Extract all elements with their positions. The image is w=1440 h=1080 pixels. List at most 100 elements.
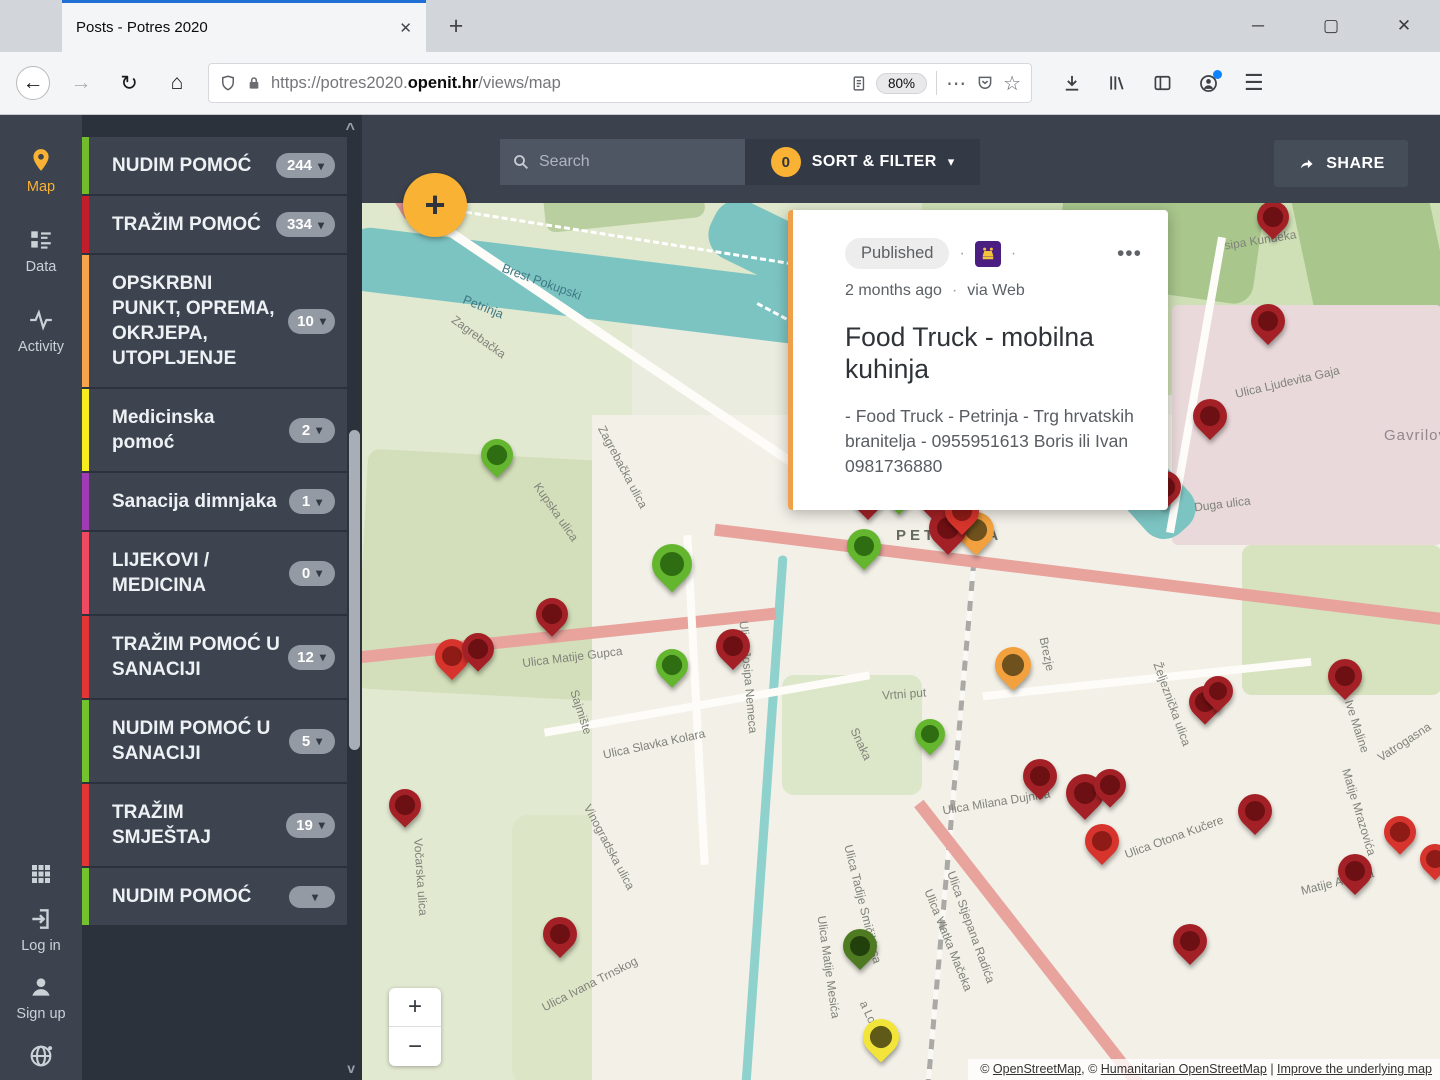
- account-icon[interactable]: [1198, 73, 1219, 94]
- post-options-icon[interactable]: •••: [1117, 249, 1142, 259]
- search-input[interactable]: [539, 153, 699, 171]
- reload-button[interactable]: ↻: [112, 66, 146, 100]
- menu-hamburger-icon[interactable]: ☰: [1244, 70, 1264, 96]
- scroll-down-icon[interactable]: v: [347, 1060, 355, 1076]
- status-badge: Published: [845, 238, 949, 269]
- map-pin-red[interactable]: [1078, 817, 1126, 865]
- window-controls: ─ ▢ ✕: [1244, 0, 1440, 52]
- pin-center-dot: [1341, 857, 1370, 886]
- add-post-button[interactable]: +: [403, 173, 467, 237]
- category-count-badge[interactable]: 12▾: [288, 645, 335, 670]
- share-button[interactable]: SHARE: [1274, 140, 1408, 187]
- category-count-badge[interactable]: 19▾: [286, 813, 335, 838]
- tab-title: Posts - Potres 2020: [76, 19, 399, 36]
- lock-icon[interactable]: [246, 75, 262, 91]
- category-count-badge[interactable]: 1▾: [289, 489, 335, 514]
- nav-item-apps[interactable]: [29, 862, 53, 886]
- nav-item-data[interactable]: Data: [26, 227, 57, 275]
- account-notification-dot: [1213, 70, 1222, 79]
- category-item[interactable]: Medicinska pomoć2▾: [82, 389, 347, 471]
- map-pin-red[interactable]: [1414, 838, 1440, 880]
- hot-osm-link[interactable]: Humanitarian OpenStreetMap: [1101, 1062, 1267, 1076]
- nav-item-activity[interactable]: Activity: [18, 307, 64, 355]
- category-item[interactable]: TRAŽIM SMJEŠTAJ19▾: [82, 784, 347, 866]
- window-maximize-button[interactable]: ▢: [1317, 16, 1345, 36]
- map-pin-green[interactable]: [474, 433, 519, 478]
- bookmark-star-icon[interactable]: ☆: [1003, 71, 1021, 96]
- zoom-level-badge[interactable]: 80%: [876, 73, 927, 94]
- map-pin-darkred[interactable]: [709, 622, 757, 670]
- category-count-badge[interactable]: 334▾: [276, 212, 335, 237]
- nav-item-signup[interactable]: Sign up: [16, 974, 65, 1022]
- map-pin-darkred[interactable]: [1231, 787, 1279, 835]
- category-item[interactable]: LIJEKOVI / MEDICINA0▾: [82, 532, 347, 614]
- tab-close-icon[interactable]: ✕: [399, 19, 412, 37]
- post-title[interactable]: Food Truck - mobilna kuhinja: [845, 322, 1142, 386]
- category-count-badge[interactable]: ▾: [289, 886, 335, 908]
- osm-link[interactable]: OpenStreetMap: [993, 1062, 1081, 1076]
- category-count-badge[interactable]: 10▾: [288, 309, 335, 334]
- pocket-icon[interactable]: [976, 74, 994, 92]
- tracking-shield-icon[interactable]: [219, 74, 237, 92]
- browser-tab[interactable]: Posts - Potres 2020 ✕: [62, 0, 426, 52]
- separator-dot: ·: [959, 245, 964, 263]
- map-pin-darkred[interactable]: [1186, 392, 1234, 440]
- category-label: NUDIM POMOĆ: [112, 153, 251, 178]
- zoom-out-button[interactable]: −: [389, 1027, 441, 1066]
- sidebar-toggle-icon[interactable]: [1152, 73, 1173, 93]
- category-item[interactable]: OPSKRBNI PUNKT, OPREMA, OKRJEPA, UTOPLJE…: [82, 255, 347, 387]
- nav-item-login[interactable]: Log in: [21, 906, 61, 954]
- category-count-badge[interactable]: 5▾: [289, 729, 335, 754]
- map-pin-darkred[interactable]: [1016, 752, 1064, 800]
- map-pin-green[interactable]: [649, 643, 694, 688]
- home-button[interactable]: ⌂: [160, 66, 194, 100]
- category-item[interactable]: NUDIM POMOĆ U SANACIJI5▾: [82, 700, 347, 782]
- map-zoom-control: + −: [389, 988, 441, 1066]
- sidebar-scrollbar-thumb[interactable]: [349, 430, 360, 750]
- map-canvas[interactable]: Brest PokupskiPetrinjaZagrebačkaZagrebač…: [362, 115, 1440, 1080]
- category-item[interactable]: NUDIM POMOĆ▾: [82, 868, 347, 925]
- category-count-badge[interactable]: 244▾: [276, 153, 335, 178]
- downloads-icon[interactable]: [1062, 73, 1082, 93]
- zoom-in-button[interactable]: +: [389, 988, 441, 1027]
- map-pin-darkred[interactable]: [382, 783, 427, 828]
- page-actions-icon[interactable]: ⋯: [946, 71, 967, 96]
- sort-filter-label: SORT & FILTER: [812, 153, 937, 171]
- map-pin-orange[interactable]: [988, 639, 1039, 690]
- category-item[interactable]: TRAŽIM POMOĆ334▾: [82, 196, 347, 253]
- map-pin-darkred[interactable]: [1166, 917, 1214, 965]
- improve-map-link[interactable]: Improve the underlying map: [1277, 1062, 1432, 1076]
- pin-center-dot: [1254, 307, 1283, 336]
- window-close-button[interactable]: ✕: [1390, 16, 1418, 36]
- map-pin-darkred[interactable]: [536, 910, 584, 958]
- category-count-badge[interactable]: 2▾: [289, 418, 335, 443]
- map-pin-darkred[interactable]: [1321, 652, 1369, 700]
- map-pin-green[interactable]: [840, 522, 888, 570]
- pin-center-dot: [1196, 402, 1225, 431]
- window-minimize-button[interactable]: ─: [1244, 16, 1272, 36]
- search-box[interactable]: [500, 139, 745, 185]
- new-tab-button[interactable]: +: [438, 8, 474, 44]
- reader-mode-icon[interactable]: [850, 74, 867, 93]
- category-item[interactable]: TRAŽIM POMOĆ U SANACIJI12▾: [82, 616, 347, 698]
- chevron-down-icon: ▾: [312, 890, 318, 904]
- category-count-badge[interactable]: 0▾: [289, 561, 335, 586]
- map-pin-yellow[interactable]: [856, 1011, 907, 1062]
- map-pin-darkred[interactable]: [1331, 847, 1379, 895]
- library-icon[interactable]: [1107, 73, 1127, 93]
- map-pin-green[interactable]: [909, 713, 951, 755]
- map-pin-darkred[interactable]: [1244, 297, 1292, 345]
- map-pin-darkgreen[interactable]: [836, 922, 884, 970]
- nav-item-language[interactable]: [27, 1042, 55, 1070]
- map-pin-darkred[interactable]: [529, 592, 574, 637]
- nav-item-map[interactable]: Map: [27, 147, 55, 195]
- category-item[interactable]: Sanacija dimnjaka1▾: [82, 473, 347, 530]
- url-bar[interactable]: https://potres2020.openit.hr/views/map 8…: [208, 63, 1032, 103]
- back-button[interactable]: ←: [16, 66, 50, 100]
- sort-filter-button[interactable]: 0 SORT & FILTER ▾: [745, 139, 980, 185]
- scroll-up-icon[interactable]: ^: [346, 121, 355, 139]
- map-pin-green[interactable]: [644, 535, 701, 592]
- category-item[interactable]: NUDIM POMOĆ 244▾: [82, 137, 347, 194]
- map-pin-red[interactable]: [1377, 810, 1422, 855]
- forward-button[interactable]: →: [64, 66, 98, 100]
